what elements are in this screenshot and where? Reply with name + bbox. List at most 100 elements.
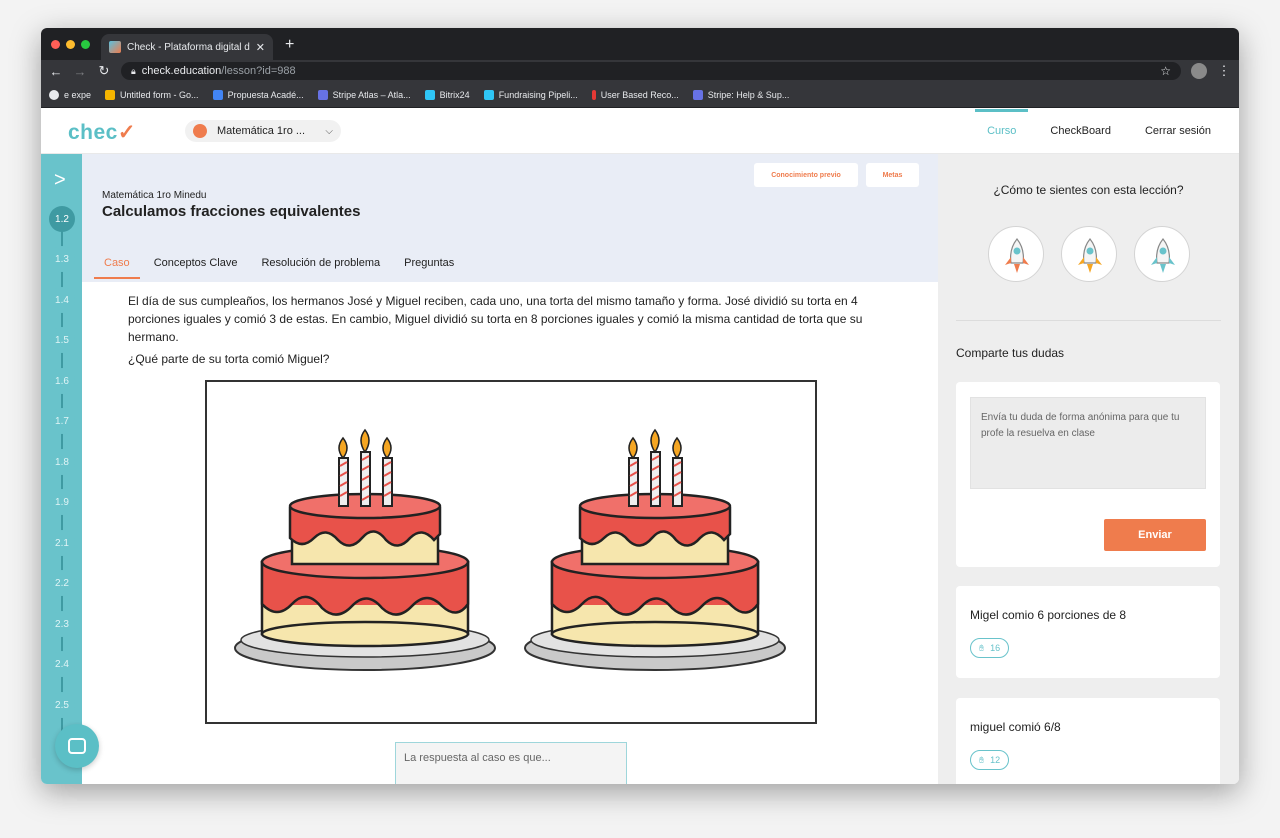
cakes-illustration bbox=[205, 380, 817, 724]
tab-caso[interactable]: Caso bbox=[94, 257, 140, 279]
chevron-right-icon[interactable]: > bbox=[54, 169, 66, 192]
goals-button[interactable]: Metas bbox=[866, 163, 919, 187]
bookmark-item[interactable]: Untitled form - Go... bbox=[105, 89, 199, 100]
course-select-label: Matemática 1ro ... bbox=[217, 125, 306, 137]
top-nav: Curso CheckBoard Cerrar sesión bbox=[974, 108, 1211, 154]
nav-logout[interactable]: Cerrar sesión bbox=[1145, 125, 1211, 137]
chat-button[interactable] bbox=[55, 724, 99, 768]
lesson-content: El día de sus cumpleaños, los hermanos J… bbox=[82, 282, 938, 784]
check-logo[interactable]: chec✓ bbox=[68, 120, 136, 145]
ask-doubt-card: Envía tu duda de forma anónima para que … bbox=[956, 382, 1220, 567]
rail-item[interactable]: 2.1 bbox=[49, 530, 75, 556]
side-panel: ¿Cómo te sientes con esta lección? Compa… bbox=[938, 154, 1239, 784]
tab-conceptos[interactable]: Conceptos Clave bbox=[152, 257, 240, 269]
reload-icon[interactable]: ↻ bbox=[97, 63, 111, 79]
rocket-yellow-icon[interactable] bbox=[1061, 226, 1117, 282]
bitrix-icon bbox=[483, 89, 494, 100]
close-window-button[interactable] bbox=[51, 40, 60, 49]
rail-item[interactable]: 1.9 bbox=[49, 489, 75, 515]
lesson-subtitle: Matemática 1ro Minedu bbox=[102, 190, 207, 201]
cake-graphic bbox=[234, 428, 496, 671]
bookmark-item[interactable]: Stripe Atlas – Atla... bbox=[317, 89, 411, 100]
url-field[interactable]: 🔒︎ check.education/lesson?id=988 ☆ bbox=[121, 62, 1181, 80]
like-button[interactable]: ✋︎ 16 bbox=[970, 638, 1010, 658]
nav-curso[interactable]: Curso bbox=[974, 109, 1029, 137]
prior-knowledge-button[interactable]: Conocimiento previo bbox=[754, 163, 858, 187]
chevron-down-icon: ⌵ bbox=[325, 125, 333, 137]
new-tab-button[interactable]: + bbox=[285, 36, 294, 54]
doubt-card: miguel comió 6/8 ✋︎ 12 bbox=[956, 698, 1220, 784]
answer-input[interactable]: La respuesta al caso es que... bbox=[395, 742, 627, 784]
chat-icon bbox=[68, 738, 86, 754]
back-icon[interactable]: ← bbox=[49, 64, 63, 79]
doubt-card: Migel comio 6 porciones de 8 ✋︎ 16 bbox=[956, 586, 1220, 678]
rail-item[interactable]: 1.7 bbox=[49, 408, 75, 434]
tab-preguntas[interactable]: Preguntas bbox=[402, 257, 456, 269]
lesson-rail: > 1.2 1.3 1.4 1.5 1.6 1.7 1.8 1.9 2.1 2.… bbox=[41, 154, 82, 784]
app-header: chec✓ Matemática 1ro ... ⌵ Curso CheckBo… bbox=[41, 108, 1239, 154]
url-host: check.education bbox=[141, 65, 222, 77]
doubt-text: miguel comió 6/8 bbox=[970, 720, 1061, 734]
url-path: /lesson?id=988 bbox=[221, 65, 296, 77]
tab-strip: Check - Plataforma digital de a ✕ + bbox=[41, 28, 1239, 60]
send-button[interactable]: Enviar bbox=[1104, 519, 1206, 551]
rail-item[interactable]: 2.5 bbox=[49, 692, 75, 718]
hand-icon: ✋︎ bbox=[979, 754, 985, 765]
bookmark-item[interactable]: e expe bbox=[49, 89, 91, 100]
bookmark-item[interactable]: Propuesta Acadé... bbox=[212, 89, 304, 100]
whatsapp-icon bbox=[49, 89, 59, 100]
bookmark-star-icon[interactable]: ☆ bbox=[1160, 64, 1171, 78]
tab-resolucion[interactable]: Resolución de problema bbox=[259, 257, 382, 269]
lesson-tabs: Caso Conceptos Clave Resolución de probl… bbox=[94, 257, 456, 279]
minimize-window-button[interactable] bbox=[66, 40, 75, 49]
bookmark-item[interactable]: User Based Reco... bbox=[591, 89, 679, 100]
rail-item[interactable]: 1.4 bbox=[49, 287, 75, 313]
rail-item[interactable]: 2.4 bbox=[49, 651, 75, 677]
feeling-question: ¿Cómo te sientes con esta lección? bbox=[993, 183, 1184, 197]
bitrix-icon bbox=[424, 89, 435, 100]
browser-tab[interactable]: Check - Plataforma digital de a ✕ bbox=[101, 34, 273, 60]
page-title: Calculamos fracciones equivalentes bbox=[102, 203, 361, 220]
bookmark-item[interactable]: Bitrix24 bbox=[424, 89, 470, 100]
window-controls bbox=[51, 40, 90, 49]
stripe-icon bbox=[317, 89, 328, 100]
forward-icon[interactable]: → bbox=[73, 64, 87, 79]
close-icon[interactable]: ✕ bbox=[256, 41, 265, 54]
hand-icon: ✋︎ bbox=[979, 642, 985, 653]
course-icon bbox=[193, 124, 207, 138]
rail-item[interactable]: 2.2 bbox=[49, 570, 75, 596]
address-bar-row: ← → ↻ 🔒︎ check.education/lesson?id=988 ☆… bbox=[41, 60, 1239, 82]
tab-title: Check - Plataforma digital de a bbox=[127, 41, 250, 53]
docs-icon bbox=[212, 89, 223, 100]
course-select[interactable]: Matemática 1ro ... ⌵ bbox=[185, 120, 341, 142]
rail-item[interactable]: 1.8 bbox=[49, 449, 75, 475]
rail-item[interactable]: 1.5 bbox=[49, 327, 75, 353]
stripe-icon bbox=[692, 89, 703, 100]
rail-item[interactable]: 1.3 bbox=[49, 246, 75, 272]
rail-item[interactable]: 1.6 bbox=[49, 368, 75, 394]
bookmark-item[interactable]: Fundraising Pipeli... bbox=[483, 89, 578, 100]
pin-icon bbox=[591, 89, 596, 100]
browser-window: Check - Plataforma digital de a ✕ + ← → … bbox=[41, 28, 1239, 784]
doubts-title: Comparte tus dudas bbox=[956, 346, 1065, 360]
zoom-window-button[interactable] bbox=[81, 40, 90, 49]
bookmark-item[interactable]: Stripe: Help & Sup... bbox=[692, 89, 789, 100]
profile-avatar[interactable] bbox=[1191, 63, 1207, 79]
rail-item[interactable]: 2.3 bbox=[49, 611, 75, 637]
doubt-text: Migel comio 6 porciones de 8 bbox=[970, 608, 1127, 622]
lock-icon: 🔒︎ bbox=[131, 65, 136, 76]
nav-checkboard[interactable]: CheckBoard bbox=[1050, 125, 1111, 137]
drive-icon bbox=[105, 89, 116, 100]
rocket-teal-icon[interactable] bbox=[1134, 226, 1190, 282]
doubt-textarea[interactable]: Envía tu duda de forma anónima para que … bbox=[970, 397, 1206, 489]
divider bbox=[956, 320, 1221, 321]
cakes-image bbox=[234, 428, 787, 672]
rocket-red-icon[interactable] bbox=[988, 226, 1044, 282]
case-paragraph: El día de sus cumpleaños, los hermanos J… bbox=[128, 294, 863, 344]
like-button[interactable]: ✋︎ 12 bbox=[970, 750, 1010, 770]
tab-favicon-icon bbox=[109, 41, 121, 53]
lesson-header: Conocimiento previo Metas Matemática 1ro… bbox=[82, 154, 938, 282]
case-question: ¿Qué parte de su torta comió Miguel? bbox=[128, 352, 330, 366]
menu-icon[interactable]: ⋮ bbox=[1217, 63, 1231, 79]
rail-item[interactable]: 1.2 bbox=[49, 206, 75, 232]
